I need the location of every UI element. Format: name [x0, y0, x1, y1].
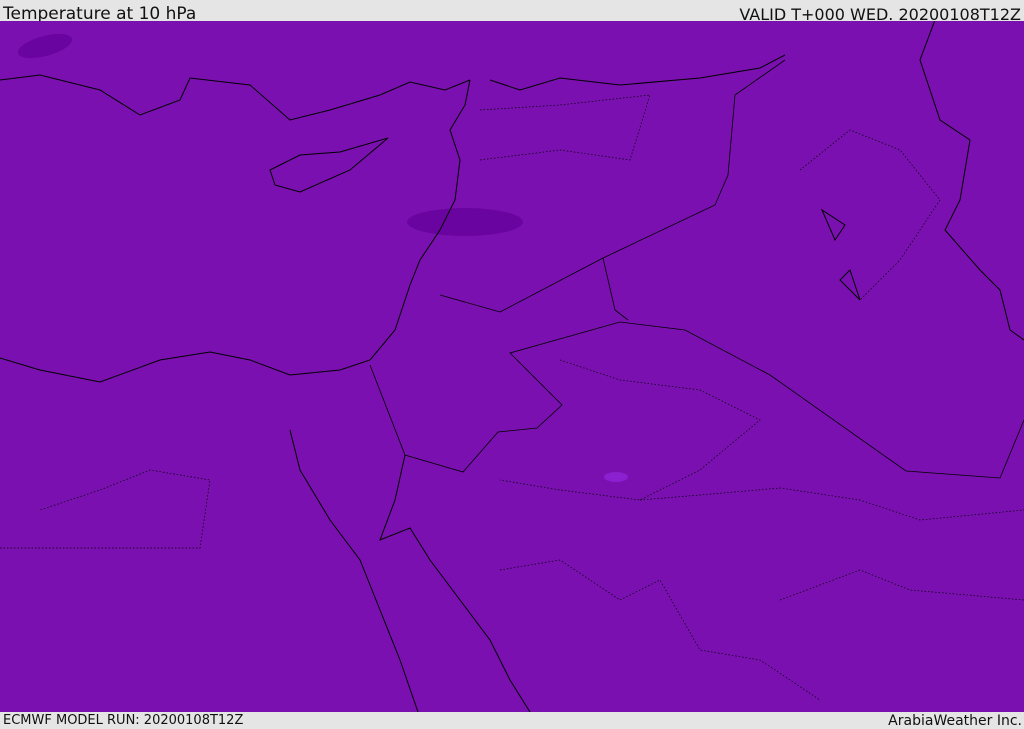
- header-bar: Temperature at 10 hPa VALID T+000 WED. 2…: [0, 0, 1024, 24]
- credit: ArabiaWeather Inc.: [888, 713, 1022, 729]
- temperature-field: [0, 21, 1024, 712]
- footer-bar: ECMWF MODEL RUN: 20200108T12Z ArabiaWeat…: [0, 712, 1024, 729]
- cold-patch: [407, 208, 523, 236]
- temperature-map: [0, 21, 1024, 712]
- warm-patch: [604, 472, 628, 482]
- model-run: ECMWF MODEL RUN: 20200108T12Z: [3, 713, 244, 728]
